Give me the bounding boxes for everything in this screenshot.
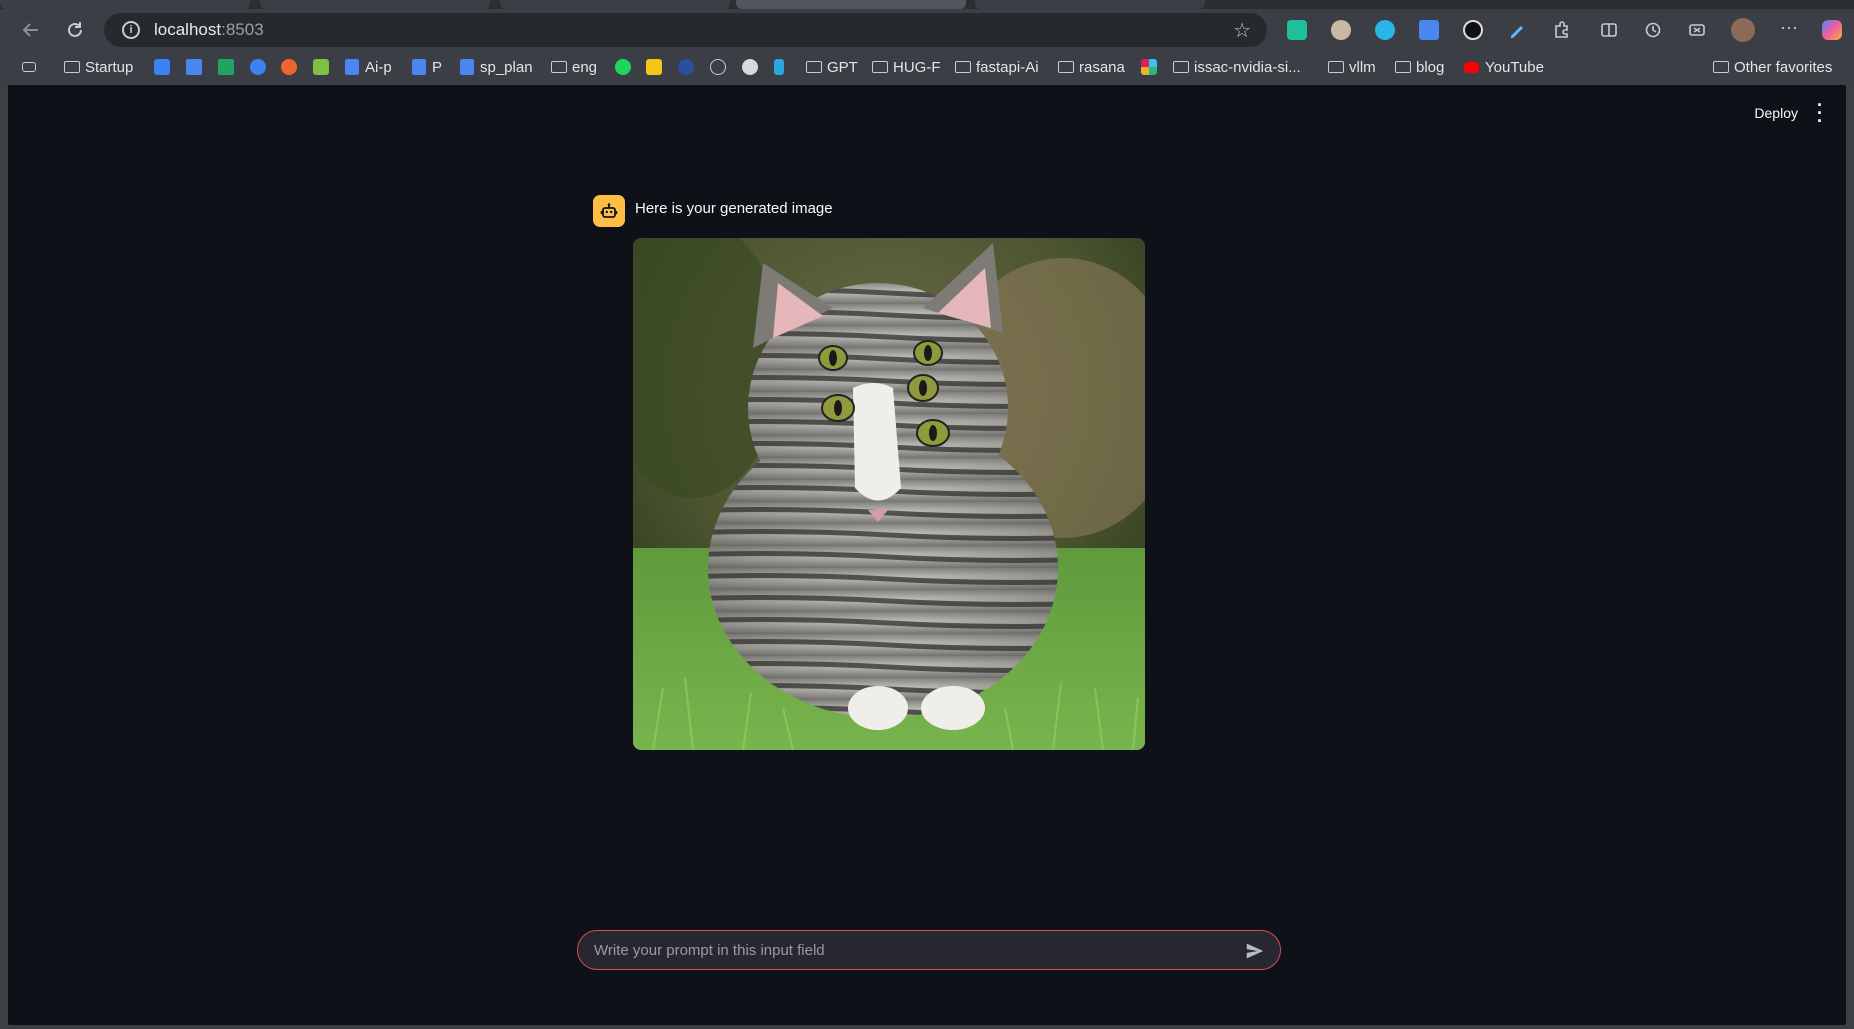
send-icon[interactable] bbox=[1244, 940, 1266, 962]
folder-icon bbox=[806, 61, 822, 73]
chat-input[interactable] bbox=[577, 930, 1281, 970]
folder-icon bbox=[1058, 61, 1074, 73]
browser-tab[interactable] bbox=[0, 0, 250, 9]
bookmark-label: fastapi-Ai bbox=[976, 58, 1039, 76]
bookmark-icon-check[interactable] bbox=[154, 56, 170, 78]
bookmark-icon-calendar[interactable] bbox=[186, 56, 202, 78]
folder-icon bbox=[872, 61, 888, 73]
reload-icon bbox=[68, 22, 82, 37]
doc-icon bbox=[345, 59, 359, 75]
bookmark-icon-spotify[interactable] bbox=[615, 56, 631, 78]
folder-icon bbox=[551, 61, 567, 73]
bookmark-label: Ai-p bbox=[365, 58, 392, 76]
generated-image bbox=[633, 238, 1145, 750]
bookmark-label: Startup bbox=[85, 58, 134, 76]
bookmark-label: Other favorites bbox=[1734, 58, 1833, 76]
bookmark-icon-yellow[interactable] bbox=[646, 56, 662, 78]
bookmark-icon-b[interactable] bbox=[774, 56, 784, 78]
bookmark-icon-c[interactable] bbox=[250, 56, 266, 78]
bookmark-label: blog bbox=[1416, 58, 1445, 76]
extension-shield-icon[interactable] bbox=[1287, 20, 1307, 40]
bookmarks-apps-icon[interactable] bbox=[22, 56, 36, 78]
browser-tab[interactable] bbox=[500, 0, 730, 9]
extensions-puzzle-icon[interactable] bbox=[1551, 20, 1571, 40]
bookmark-label: issac-nvidia-si... bbox=[1194, 58, 1301, 76]
profile-avatar[interactable] bbox=[1731, 18, 1755, 42]
browser-tab[interactable] bbox=[975, 0, 1205, 9]
browser-toolbar: i localhost:8503 ☆ ··· bbox=[0, 9, 1854, 51]
bookmark-label: rasana bbox=[1079, 58, 1125, 76]
split-screen-icon[interactable] bbox=[1599, 20, 1619, 40]
bookmark-other-favorites[interactable]: Other favorites bbox=[1713, 56, 1832, 78]
bookmark-icon-sheets[interactable] bbox=[218, 56, 234, 78]
bookmarks-bar: Startup Ai-p P sp_plan eng GPT HUG-F fas… bbox=[0, 51, 1854, 83]
bookmark-label: vllm bbox=[1349, 58, 1376, 76]
reload-button[interactable] bbox=[56, 11, 94, 49]
extension-owl-icon[interactable] bbox=[1331, 20, 1351, 40]
assistant-message-text: Here is your generated image bbox=[635, 200, 833, 217]
bookmark-icon-slack[interactable] bbox=[1141, 56, 1157, 78]
folder-icon bbox=[955, 61, 971, 73]
extension-dark-icon[interactable] bbox=[1463, 20, 1483, 40]
copilot-icon[interactable] bbox=[1822, 20, 1842, 40]
screenshot-icon[interactable] bbox=[1687, 20, 1707, 40]
url-host: localhost bbox=[154, 20, 222, 39]
bookmark-startup[interactable]: Startup bbox=[64, 56, 133, 78]
bookmark-label: HUG-F bbox=[893, 58, 941, 76]
folder-icon bbox=[1328, 61, 1344, 73]
bookmark-label: GPT bbox=[827, 58, 858, 76]
arrow-left-icon bbox=[22, 23, 38, 37]
bookmark-hug-f[interactable]: HUG-F bbox=[872, 56, 941, 78]
bookmark-eng[interactable]: eng bbox=[551, 56, 597, 78]
doc-icon bbox=[460, 59, 474, 75]
address-bar[interactable]: i localhost:8503 ☆ bbox=[104, 13, 1267, 47]
extension-pen-icon[interactable] bbox=[1507, 20, 1527, 40]
folder-icon bbox=[1173, 61, 1189, 73]
back-button[interactable] bbox=[12, 11, 50, 49]
url-port: :8503 bbox=[221, 20, 264, 39]
extension-blue-icon[interactable] bbox=[1375, 20, 1395, 40]
bookmark-rasana[interactable]: rasana bbox=[1058, 56, 1125, 78]
history-icon[interactable] bbox=[1643, 20, 1663, 40]
bookmark-gpt[interactable]: GPT bbox=[806, 56, 858, 78]
bookmark-icon-globe[interactable] bbox=[710, 56, 726, 78]
bookmark-ai-p[interactable]: Ai-p bbox=[345, 56, 392, 78]
star-icon[interactable]: ☆ bbox=[1233, 18, 1251, 43]
bookmark-icon-orange[interactable] bbox=[281, 56, 297, 78]
bookmark-icon-blue[interactable] bbox=[678, 56, 694, 78]
bookmark-p[interactable]: P bbox=[412, 56, 442, 78]
bookmark-label: eng bbox=[572, 58, 598, 76]
robot-icon bbox=[593, 195, 625, 227]
bookmark-blog[interactable]: blog bbox=[1395, 56, 1444, 78]
prompt-input[interactable] bbox=[594, 941, 1214, 959]
app-viewport: Deploy · · · Here is your generated image bbox=[8, 85, 1846, 1025]
folder-icon bbox=[64, 61, 80, 73]
youtube-icon bbox=[1464, 61, 1479, 73]
bookmark-label: YouTube bbox=[1485, 58, 1544, 76]
bookmark-vllm[interactable]: vllm bbox=[1328, 56, 1376, 78]
more-horizontal-icon[interactable]: ··· bbox=[1779, 18, 1799, 40]
folder-icon bbox=[1395, 61, 1411, 73]
bookmark-label: sp_plan bbox=[480, 58, 533, 76]
browser-tab[interactable] bbox=[260, 0, 490, 9]
doc-icon bbox=[412, 59, 426, 75]
more-vertical-icon[interactable]: · · · bbox=[1812, 96, 1828, 130]
bookmark-icon-white[interactable] bbox=[742, 56, 758, 78]
bookmark-sp-plan[interactable]: sp_plan bbox=[460, 56, 533, 78]
folder-icon bbox=[1713, 61, 1729, 73]
bookmark-fastapi-ai[interactable]: fastapi-Ai bbox=[955, 56, 1039, 78]
bookmark-icon-green[interactable] bbox=[313, 56, 329, 78]
bookmark-youtube[interactable]: YouTube bbox=[1464, 56, 1544, 78]
deploy-button[interactable]: Deploy bbox=[1754, 105, 1798, 121]
browser-tab-active[interactable] bbox=[736, 0, 966, 9]
extension-translate-icon[interactable] bbox=[1419, 20, 1439, 40]
bookmark-label: P bbox=[432, 58, 443, 76]
tab-strip bbox=[0, 0, 1854, 9]
bookmark-issac-nvidia[interactable]: issac-nvidia-si... bbox=[1173, 56, 1301, 78]
info-icon[interactable]: i bbox=[122, 21, 140, 39]
